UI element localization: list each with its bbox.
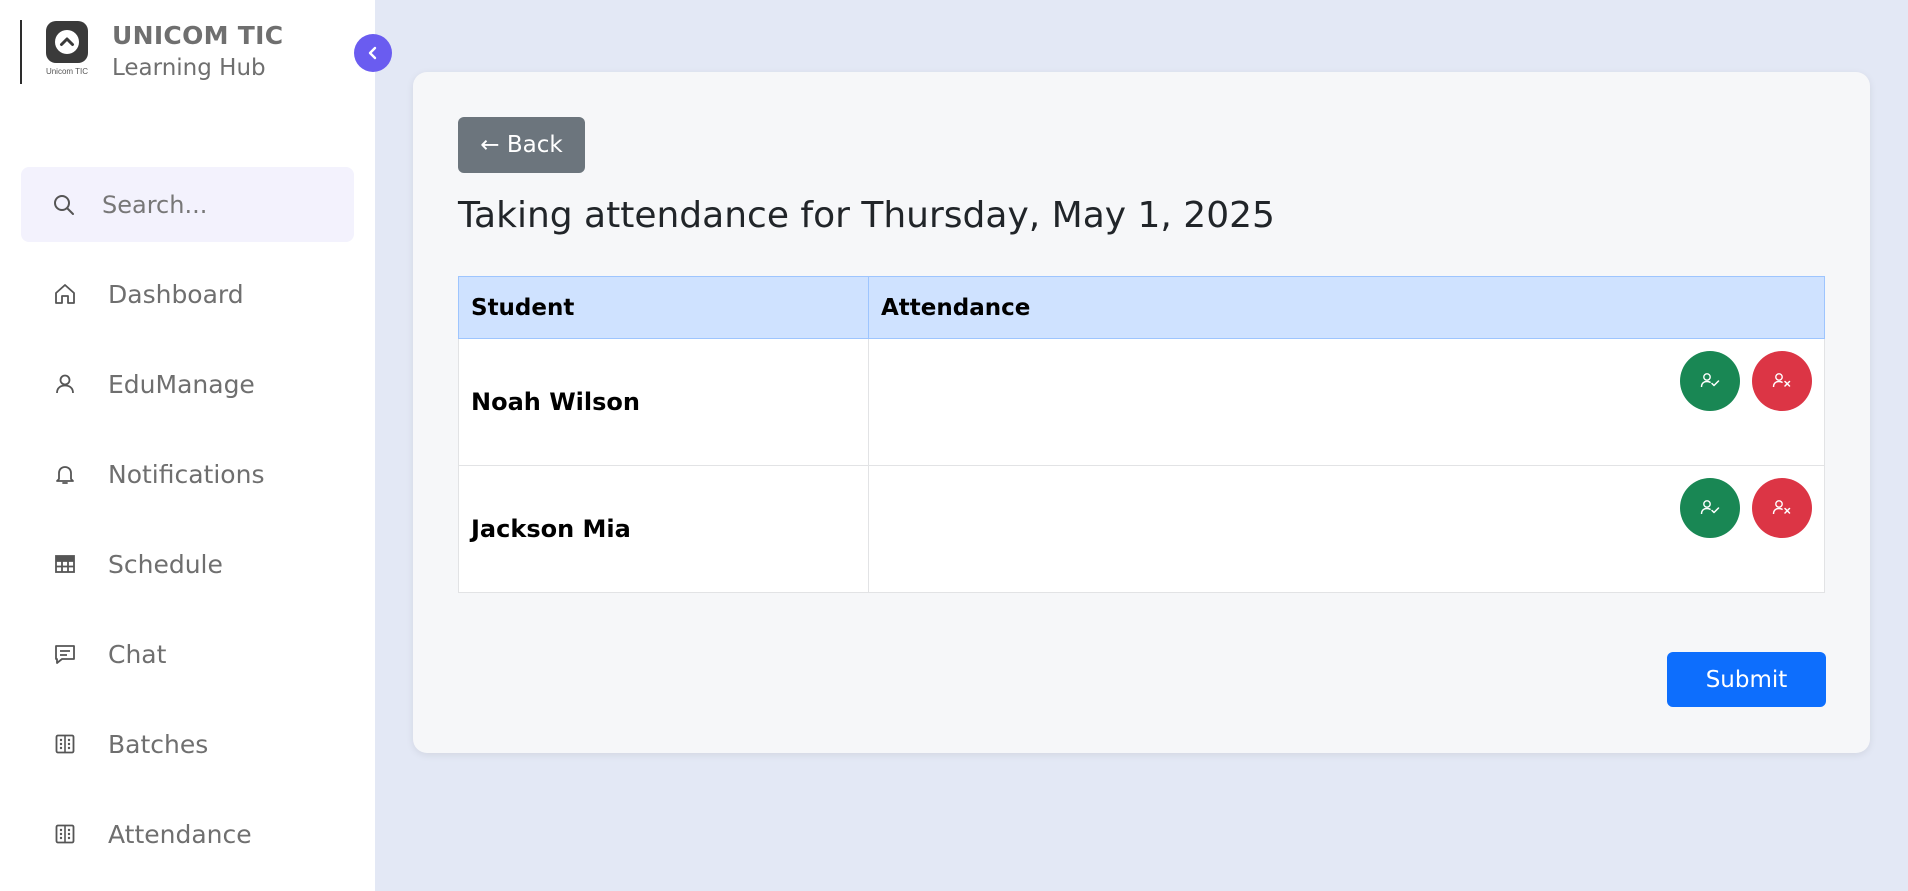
logo-icon [46,21,88,63]
sidebar-item-dashboard[interactable]: Dashboard [21,264,354,324]
logo-caption: Unicom TIC [45,67,89,76]
mark-absent-button[interactable] [1752,351,1812,411]
sidebar-item-notifications[interactable]: Notifications [21,444,354,504]
attendance-card: ← Back Taking attendance for Thursday, M… [413,72,1870,753]
grid-icon [52,551,78,577]
brand: Unicom TIC UNICOM TIC Learning Hub [20,20,340,84]
page-title: Taking attendance for Thursday, May 1, 2… [458,195,1275,236]
search-input[interactable] [102,190,322,219]
sidebar-item-label: EduManage [108,369,255,399]
sidebar-item-batches[interactable]: Batches [21,714,354,774]
sidebar-item-label: Dashboard [108,279,244,309]
sidebar-item-label: Batches [108,729,209,759]
submit-button[interactable]: Submit [1667,652,1826,707]
bell-icon [52,461,78,487]
user-x-icon [1772,373,1791,388]
attendance-icon [52,821,78,847]
sidebar: Unicom TIC UNICOM TIC Learning Hub Dashb… [0,0,392,891]
table-header-row: Student Attendance [458,276,1825,339]
sidebar-item-label: Attendance [108,819,252,849]
mark-present-button[interactable] [1680,351,1740,411]
sidebar-item-schedule[interactable]: Schedule [21,534,354,594]
user-check-icon [1700,500,1720,515]
back-button[interactable]: ← Back [458,117,585,173]
column-header-student: Student [458,276,869,339]
search-box[interactable] [21,167,354,242]
user-x-icon [1772,500,1791,515]
table-row: Noah Wilson [458,338,1825,466]
brand-subtitle: Learning Hub [112,55,266,82]
sidebar-item-label: Chat [108,639,167,669]
search-icon [52,193,76,217]
attendance-cell [868,465,1825,593]
chat-icon [52,641,78,667]
sidebar-item-label: Notifications [108,459,265,489]
table-row: Jackson Mia [458,465,1825,593]
attendance-cell [868,338,1825,466]
sidebar-item-attendance[interactable]: Attendance [21,804,354,864]
user-check-icon [1700,373,1720,388]
sidebar-item-edumanage[interactable]: EduManage [21,354,354,414]
logo: Unicom TIC [44,21,90,83]
brand-title: UNICOM TIC [112,21,284,51]
mark-present-button[interactable] [1680,478,1740,538]
sidebar-item-label: Schedule [108,549,223,579]
sidebar-item-chat[interactable]: Chat [21,624,354,684]
chevron-left-icon [368,46,377,60]
student-name: Noah Wilson [458,338,869,466]
batches-icon [52,731,78,757]
student-name: Jackson Mia [458,465,869,593]
user-icon [52,371,78,397]
attendance-table: Student Attendance Noah Wilson Jackson M… [458,276,1825,593]
column-header-attendance: Attendance [868,276,1825,339]
sidebar-collapse-button[interactable] [354,34,392,72]
mark-absent-button[interactable] [1752,478,1812,538]
home-icon [52,281,78,307]
